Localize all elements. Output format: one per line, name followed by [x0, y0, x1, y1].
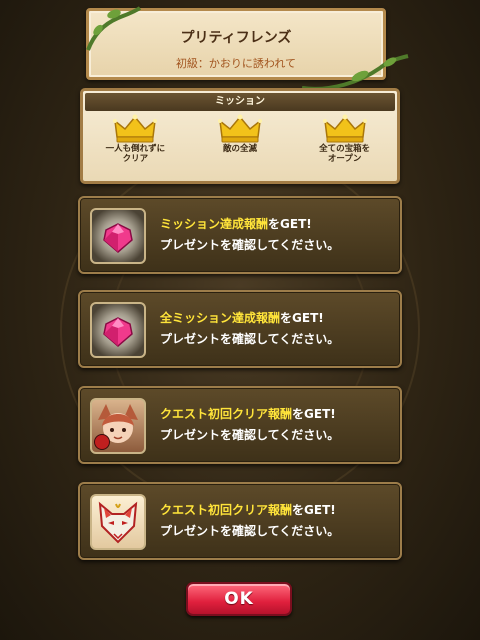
reward-message: プレゼントを確認してください。 [160, 428, 340, 442]
ok-button[interactable]: OK [186, 582, 292, 616]
mission-item: 全ての宝箱を オープン [297, 113, 393, 164]
reward-icon-frame [90, 302, 146, 358]
reward-icon-frame [90, 208, 146, 264]
reward-suffix: をGET! [292, 503, 336, 517]
reward-message: プレゼントを確認してください。 [160, 524, 340, 538]
reward-card-first-clear-mask: クエスト初回クリア報酬をGET! プレゼントを確認してください。 [78, 482, 402, 560]
reward-icon-frame [90, 398, 146, 454]
reward-card-all-missions: 全ミッション達成報酬をGET! プレゼントを確認してください。 [78, 290, 402, 368]
mission-item: 一人も倒れずに クリア [87, 113, 183, 164]
vine-decoration-left-icon [86, 6, 142, 51]
crown-icon [217, 114, 262, 143]
reward-message: プレゼントを確認してください。 [160, 238, 340, 252]
crown-icon [113, 114, 158, 143]
reward-message: プレゼントを確認してください。 [160, 332, 340, 346]
mission-label: 敵の全滅 [222, 144, 257, 154]
gem-icon [103, 317, 133, 347]
reward-card-mission: ミッション達成報酬をGET! プレゼントを確認してください。 [78, 196, 402, 274]
reward-suffix: をGET! [292, 407, 336, 421]
reward-icon-frame [90, 494, 146, 550]
crown-icon [322, 114, 367, 143]
reward-highlight: 全ミッション達成報酬 [160, 311, 281, 325]
mission-item: 敵の全滅 [192, 113, 288, 164]
ban-badge-icon [94, 434, 110, 450]
reward-suffix: をGET! [280, 311, 324, 325]
mission-label: 一人も倒れずに クリア [105, 144, 166, 164]
reward-suffix: をGET! [268, 217, 312, 231]
reward-highlight: クエスト初回クリア報酬 [160, 407, 293, 421]
mission-list: 一人も倒れずに クリア 敵の全滅 全ての宝箱を オープン [83, 111, 397, 164]
mission-panel: ミッション 一人も倒れずに クリア 敵の全滅 全ての宝箱を オープン [80, 88, 400, 184]
reward-card-first-clear-character: クエスト初回クリア報酬をGET! プレゼントを確認してください。 [78, 386, 402, 464]
gem-icon [103, 223, 133, 253]
fox-mask-icon [98, 501, 138, 544]
mission-header: ミッション [85, 93, 395, 111]
reward-highlight: クエスト初回クリア報酬 [160, 503, 293, 517]
reward-highlight: ミッション達成報酬 [160, 217, 269, 231]
mission-label: 全ての宝箱を オープン [319, 144, 371, 164]
